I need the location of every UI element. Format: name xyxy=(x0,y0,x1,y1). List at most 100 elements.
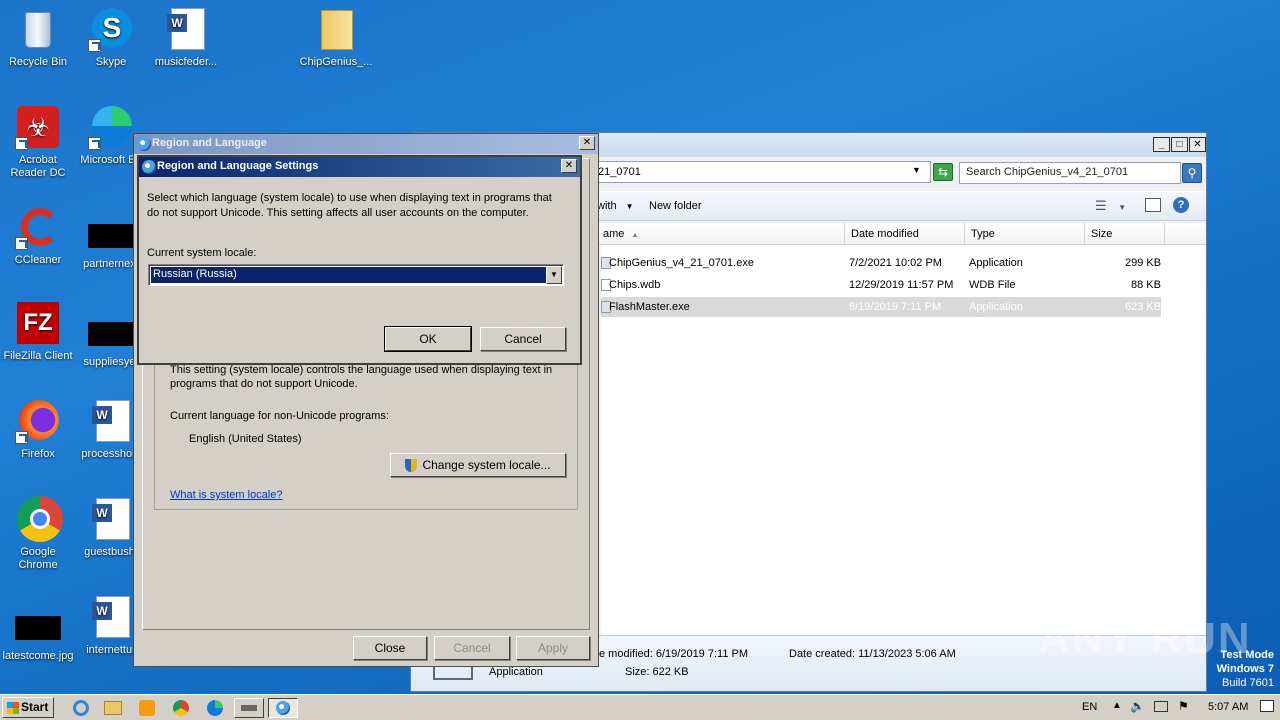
notification-arrow-icon[interactable]: ▲ xyxy=(1112,700,1122,711)
file-thumbnail xyxy=(88,224,134,248)
explorer-icon[interactable] xyxy=(100,698,126,718)
word-document-icon: W xyxy=(163,6,209,52)
desktop-icon-label: latestcome.jpg xyxy=(2,650,74,662)
selected-locale: Russian (Russia) xyxy=(151,267,546,283)
filezilla-icon: FZ xyxy=(15,300,61,346)
current-language-label: Current language for non-Unicode program… xyxy=(170,410,389,422)
view-options-icon[interactable]: ☰ ▼ xyxy=(1095,198,1126,214)
share-with-button[interactable]: with ▼ xyxy=(597,200,634,212)
word-document-icon: W xyxy=(88,594,134,640)
desktop-icon-acrobat[interactable]: ☣ Acrobat Reader DC xyxy=(0,104,76,180)
desktop-icon-chrome[interactable]: Google Chrome xyxy=(0,496,76,572)
word-document-icon: W xyxy=(88,496,134,542)
cancel-button[interactable]: Cancel xyxy=(480,327,566,351)
firefox-icon xyxy=(15,398,61,444)
desktop-icon-label: Skype xyxy=(95,56,127,68)
region-language-task-icon[interactable] xyxy=(268,698,298,718)
acrobat-icon: ☣ xyxy=(15,104,61,150)
dialog-titlebar: Region and Language xyxy=(134,134,598,154)
file-row-selected[interactable]: FlashMaster.exe 6/19/2019 7:11 PM Applic… xyxy=(601,297,1161,317)
cancel-button[interactable]: Cancel xyxy=(434,636,510,660)
apply-button[interactable]: Apply xyxy=(516,636,590,660)
edge-icon xyxy=(88,104,134,150)
what-is-system-locale-link[interactable]: What is system locale? xyxy=(170,489,282,501)
region-language-settings-dialog: Region and Language Settings ✕ Select wh… xyxy=(137,155,582,365)
ok-button[interactable]: OK xyxy=(384,326,472,352)
word-document-icon: W xyxy=(88,398,134,444)
new-folder-button[interactable]: New folder xyxy=(649,200,702,212)
test-mode-label: Test Mode Windows 7 Build 7601 xyxy=(1216,649,1274,689)
folder-icon xyxy=(313,6,359,52)
dialog-titlebar: Region and Language Settings xyxy=(139,157,580,177)
system-locale-label: Current system locale: xyxy=(147,247,257,259)
language-indicator[interactable]: EN xyxy=(1082,701,1097,713)
desktop-icon-chipgenius[interactable]: ChipGenius_... xyxy=(298,6,374,69)
column-header-type[interactable]: Type xyxy=(965,223,1085,245)
desktop-icon-label: Google Chrome xyxy=(18,546,58,571)
desktop-icon-ccleaner[interactable]: CCleaner xyxy=(0,204,76,267)
change-system-locale-button[interactable]: Change system locale... xyxy=(390,453,566,477)
recycle-bin-icon xyxy=(15,6,61,52)
uac-shield-icon xyxy=(405,459,418,473)
help-icon[interactable]: ? xyxy=(1173,197,1189,213)
search-icon[interactable]: ⚲ xyxy=(1182,163,1202,183)
file-list: ChipGenius_v4_21_0701.exe 7/2/2021 10:02… xyxy=(601,245,1206,635)
details-date-modified: e modified: 6/19/2019 7:11 PM xyxy=(599,648,749,660)
details-size: Size: 622 KB xyxy=(625,666,689,678)
volume-icon[interactable]: 🔈 xyxy=(1130,699,1145,713)
refresh-icon[interactable]: ⇆ xyxy=(933,163,953,181)
usb-device-icon[interactable] xyxy=(234,698,264,718)
column-header-size[interactable]: Size xyxy=(1085,223,1165,245)
desktop-icon-label: Recycle Bin xyxy=(8,56,68,68)
region-globe-icon xyxy=(142,160,156,174)
current-language-value: English (United States) xyxy=(189,433,302,445)
column-header-filler xyxy=(1165,223,1206,245)
desktop-icon-label: musicfeder... xyxy=(154,56,218,68)
image-thumbnail xyxy=(15,616,61,640)
media-player-icon[interactable] xyxy=(134,698,160,718)
edge-icon[interactable] xyxy=(202,698,228,718)
minimize-button[interactable]: _ xyxy=(1153,137,1170,152)
column-header-date[interactable]: Date modified xyxy=(845,223,965,245)
search-input[interactable]: Search ChipGenius_v4_21_0701 xyxy=(959,162,1181,184)
close-button[interactable]: Close xyxy=(353,636,427,660)
file-row[interactable]: Chips.wdb 12/29/2019 11:57 PM WDB File 8… xyxy=(601,275,1161,295)
desktop-icon-musicfeder[interactable]: W musicfeder... xyxy=(148,6,224,69)
details-date-created: Date created: 11/13/2023 5:06 AM xyxy=(789,648,956,660)
system-locale-select[interactable]: Russian (Russia) ▼ xyxy=(148,264,564,286)
show-desktop-icon[interactable] xyxy=(1260,700,1274,712)
chrome-icon xyxy=(15,496,63,542)
desktop-icon-recycle-bin[interactable]: Recycle Bin xyxy=(0,6,76,69)
desktop-icon-filezilla[interactable]: FZ FileZilla Client xyxy=(0,300,76,363)
desktop-icon-label: FileZilla Client xyxy=(3,350,73,362)
ccleaner-icon xyxy=(15,204,61,250)
action-center-flag-icon[interactable]: ⚑ xyxy=(1178,699,1189,713)
close-button[interactable]: ✕ xyxy=(1189,137,1206,152)
desktop-icon-firefox[interactable]: Firefox xyxy=(0,398,76,461)
column-header-name[interactable]: ame ▲ xyxy=(597,223,845,245)
maximize-button[interactable]: □ xyxy=(1171,137,1188,152)
desktop-icon-label: Firefox xyxy=(21,448,55,460)
close-icon[interactable]: ✕ xyxy=(561,159,577,173)
address-path: 21_0701 xyxy=(598,166,641,178)
network-icon[interactable] xyxy=(1154,701,1168,712)
region-globe-icon xyxy=(137,137,151,151)
ie-icon[interactable] xyxy=(68,698,94,718)
start-button[interactable]: Start xyxy=(2,697,54,718)
file-thumbnail xyxy=(88,322,134,346)
chevron-down-icon[interactable]: ▼ xyxy=(912,165,921,175)
close-icon[interactable]: ✕ xyxy=(579,136,595,150)
file-row[interactable]: ChipGenius_v4_21_0701.exe 7/2/2021 10:02… xyxy=(601,253,1161,273)
desktop-icon-label: ChipGenius_... xyxy=(299,56,373,68)
locale-description: Select which language (system locale) to… xyxy=(147,192,552,219)
skype-icon: S xyxy=(88,6,134,52)
desktop-icon-skype[interactable]: S Skype xyxy=(73,6,149,69)
chrome-icon[interactable] xyxy=(168,698,194,718)
preview-pane-icon[interactable] xyxy=(1145,198,1161,212)
desktop-icon-latestcome[interactable]: latestcome.jpg xyxy=(0,604,76,663)
windows-logo-icon xyxy=(7,701,19,714)
desktop-icon-label: Acrobat Reader DC xyxy=(10,154,66,179)
desktop-icon-label: CCleaner xyxy=(14,254,62,266)
clock[interactable]: 5:07 AM xyxy=(1208,701,1248,713)
chevron-down-icon[interactable]: ▼ xyxy=(546,266,562,284)
